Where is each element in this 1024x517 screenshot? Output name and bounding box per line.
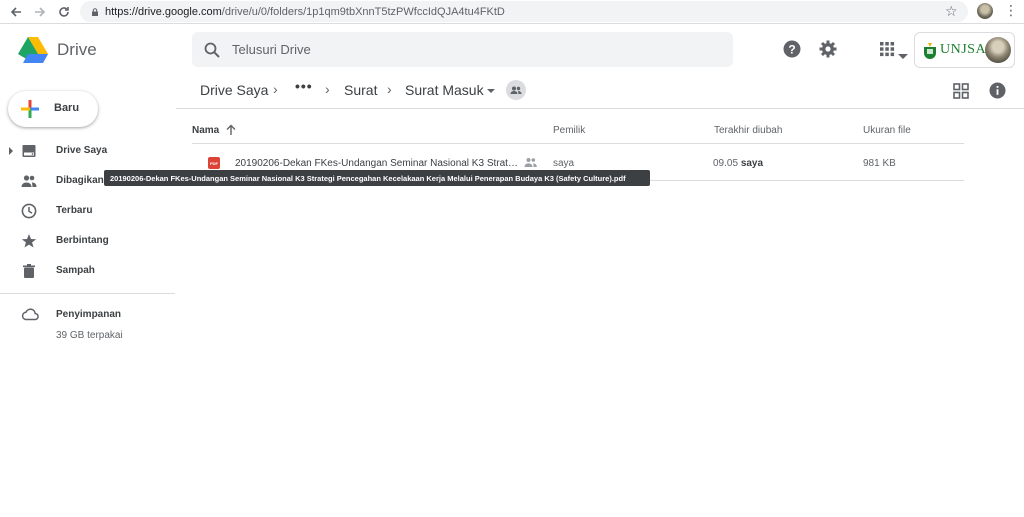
unjsa-logo-icon bbox=[924, 43, 936, 59]
breadcrumb-ellipsis[interactable]: ••• bbox=[295, 78, 313, 94]
sidebar-item-recent[interactable]: Terbaru bbox=[0, 196, 176, 226]
search-icon[interactable] bbox=[204, 42, 220, 58]
search-input[interactable] bbox=[232, 32, 692, 67]
account-avatar[interactable] bbox=[985, 37, 1011, 63]
drive-icon bbox=[22, 145, 36, 157]
breadcrumb-root[interactable]: Drive Saya bbox=[200, 82, 268, 98]
breadcrumb-current[interactable]: Surat Masuk bbox=[405, 82, 484, 98]
shared-users-icon[interactable] bbox=[506, 80, 526, 100]
column-header-size[interactable]: Ukuran file bbox=[863, 125, 911, 136]
new-button[interactable]: Baru bbox=[8, 91, 98, 127]
file-modified-time: 09.05 bbox=[713, 158, 739, 169]
sidebar-divider bbox=[0, 293, 175, 294]
apps-grid-icon[interactable] bbox=[878, 40, 896, 58]
clock-icon bbox=[21, 203, 37, 219]
storage-used-text: 39 GB terpakai bbox=[56, 330, 123, 341]
account-switcher[interactable]: UNJSA bbox=[914, 32, 1015, 68]
storage-label[interactable]: Penyimpanan bbox=[56, 309, 121, 320]
pdf-file-icon: PDF bbox=[208, 157, 220, 169]
new-button-label: Baru bbox=[54, 102, 80, 114]
column-header-modified[interactable]: Terakhir diubah bbox=[714, 125, 782, 136]
shared-file-icon bbox=[524, 158, 537, 167]
plus-icon bbox=[21, 100, 39, 118]
account-org-name: UNJSA bbox=[940, 42, 987, 57]
file-name-tooltip: 20190206-Dekan FKes-Undangan Seminar Nas… bbox=[104, 170, 650, 186]
browser-toolbar: https://drive.google.com/drive/u/0/folde… bbox=[0, 0, 1024, 24]
sidebar-item-label: Dibagikan bbox=[56, 175, 104, 186]
lock-icon bbox=[92, 7, 98, 16]
sidebar-item-label: Terbaru bbox=[56, 205, 93, 216]
expand-arrow-icon[interactable] bbox=[9, 147, 13, 155]
sidebar-item-my-drive[interactable]: Drive Saya bbox=[0, 136, 176, 166]
bookmark-star-icon[interactable]: ☆ bbox=[945, 3, 958, 20]
search-bar[interactable] bbox=[192, 32, 908, 67]
breadcrumb-chevron-icon: › bbox=[273, 81, 278, 97]
svg-text:?: ? bbox=[788, 43, 795, 57]
info-icon[interactable] bbox=[989, 82, 1006, 99]
drive-header: Drive ? UNJSA bbox=[0, 24, 1024, 74]
file-size: 981 KB bbox=[863, 158, 896, 169]
breadcrumb-chevron-icon: › bbox=[325, 81, 330, 97]
profile-avatar[interactable] bbox=[977, 3, 993, 19]
people-icon bbox=[21, 175, 37, 187]
file-name[interactable]: 20190206-Dekan FKes-Undangan Seminar Nas… bbox=[235, 158, 520, 169]
address-bar[interactable]: https://drive.google.com/drive/u/0/folde… bbox=[80, 1, 968, 22]
file-owner: saya bbox=[553, 158, 575, 169]
grid-view-icon[interactable] bbox=[953, 83, 969, 99]
app-name: Drive bbox=[57, 40, 97, 59]
breadcrumb-parent[interactable]: Surat bbox=[344, 82, 377, 98]
sidebar-item-label: Sampah bbox=[56, 265, 95, 276]
gear-icon[interactable] bbox=[819, 40, 837, 58]
file-modified: 09.05 saya bbox=[713, 158, 763, 169]
browser-menu-icon[interactable]: ⋮ bbox=[1004, 2, 1018, 19]
help-icon[interactable]: ? bbox=[783, 40, 801, 58]
folder-menu-caret-icon[interactable] bbox=[487, 89, 495, 93]
search-options-caret-icon[interactable] bbox=[898, 54, 908, 59]
file-modified-by: saya bbox=[740, 158, 764, 169]
sidebar-item-trash[interactable]: Sampah bbox=[0, 256, 176, 286]
reload-icon[interactable] bbox=[52, 0, 76, 24]
url-text: https://drive.google.com/drive/u/0/folde… bbox=[105, 5, 505, 18]
column-header-owner[interactable]: Pemilik bbox=[553, 125, 585, 136]
sidebar-item-label: Drive Saya bbox=[56, 145, 108, 156]
column-header-name[interactable]: Nama bbox=[192, 125, 219, 136]
folder-toolbar: Drive Saya › ••• › Surat › Surat Masuk bbox=[176, 74, 1024, 109]
file-type-badge: PDF bbox=[210, 160, 218, 166]
sidebar-item-starred[interactable]: Berbintang bbox=[0, 226, 176, 256]
star-icon bbox=[21, 234, 37, 248]
drive-logo-icon[interactable] bbox=[18, 37, 48, 63]
trash-icon bbox=[23, 264, 35, 278]
back-arrow-icon[interactable] bbox=[4, 0, 28, 24]
file-list-header: Nama Pemilik Terakhir diubah Ukuran file bbox=[192, 120, 964, 144]
forward-arrow-icon[interactable] bbox=[28, 0, 52, 24]
sort-ascending-arrow-icon[interactable] bbox=[225, 124, 237, 136]
cloud-icon bbox=[21, 308, 39, 321]
breadcrumb-chevron-icon: › bbox=[387, 81, 392, 97]
sidebar-item-label: Berbintang bbox=[56, 235, 109, 246]
